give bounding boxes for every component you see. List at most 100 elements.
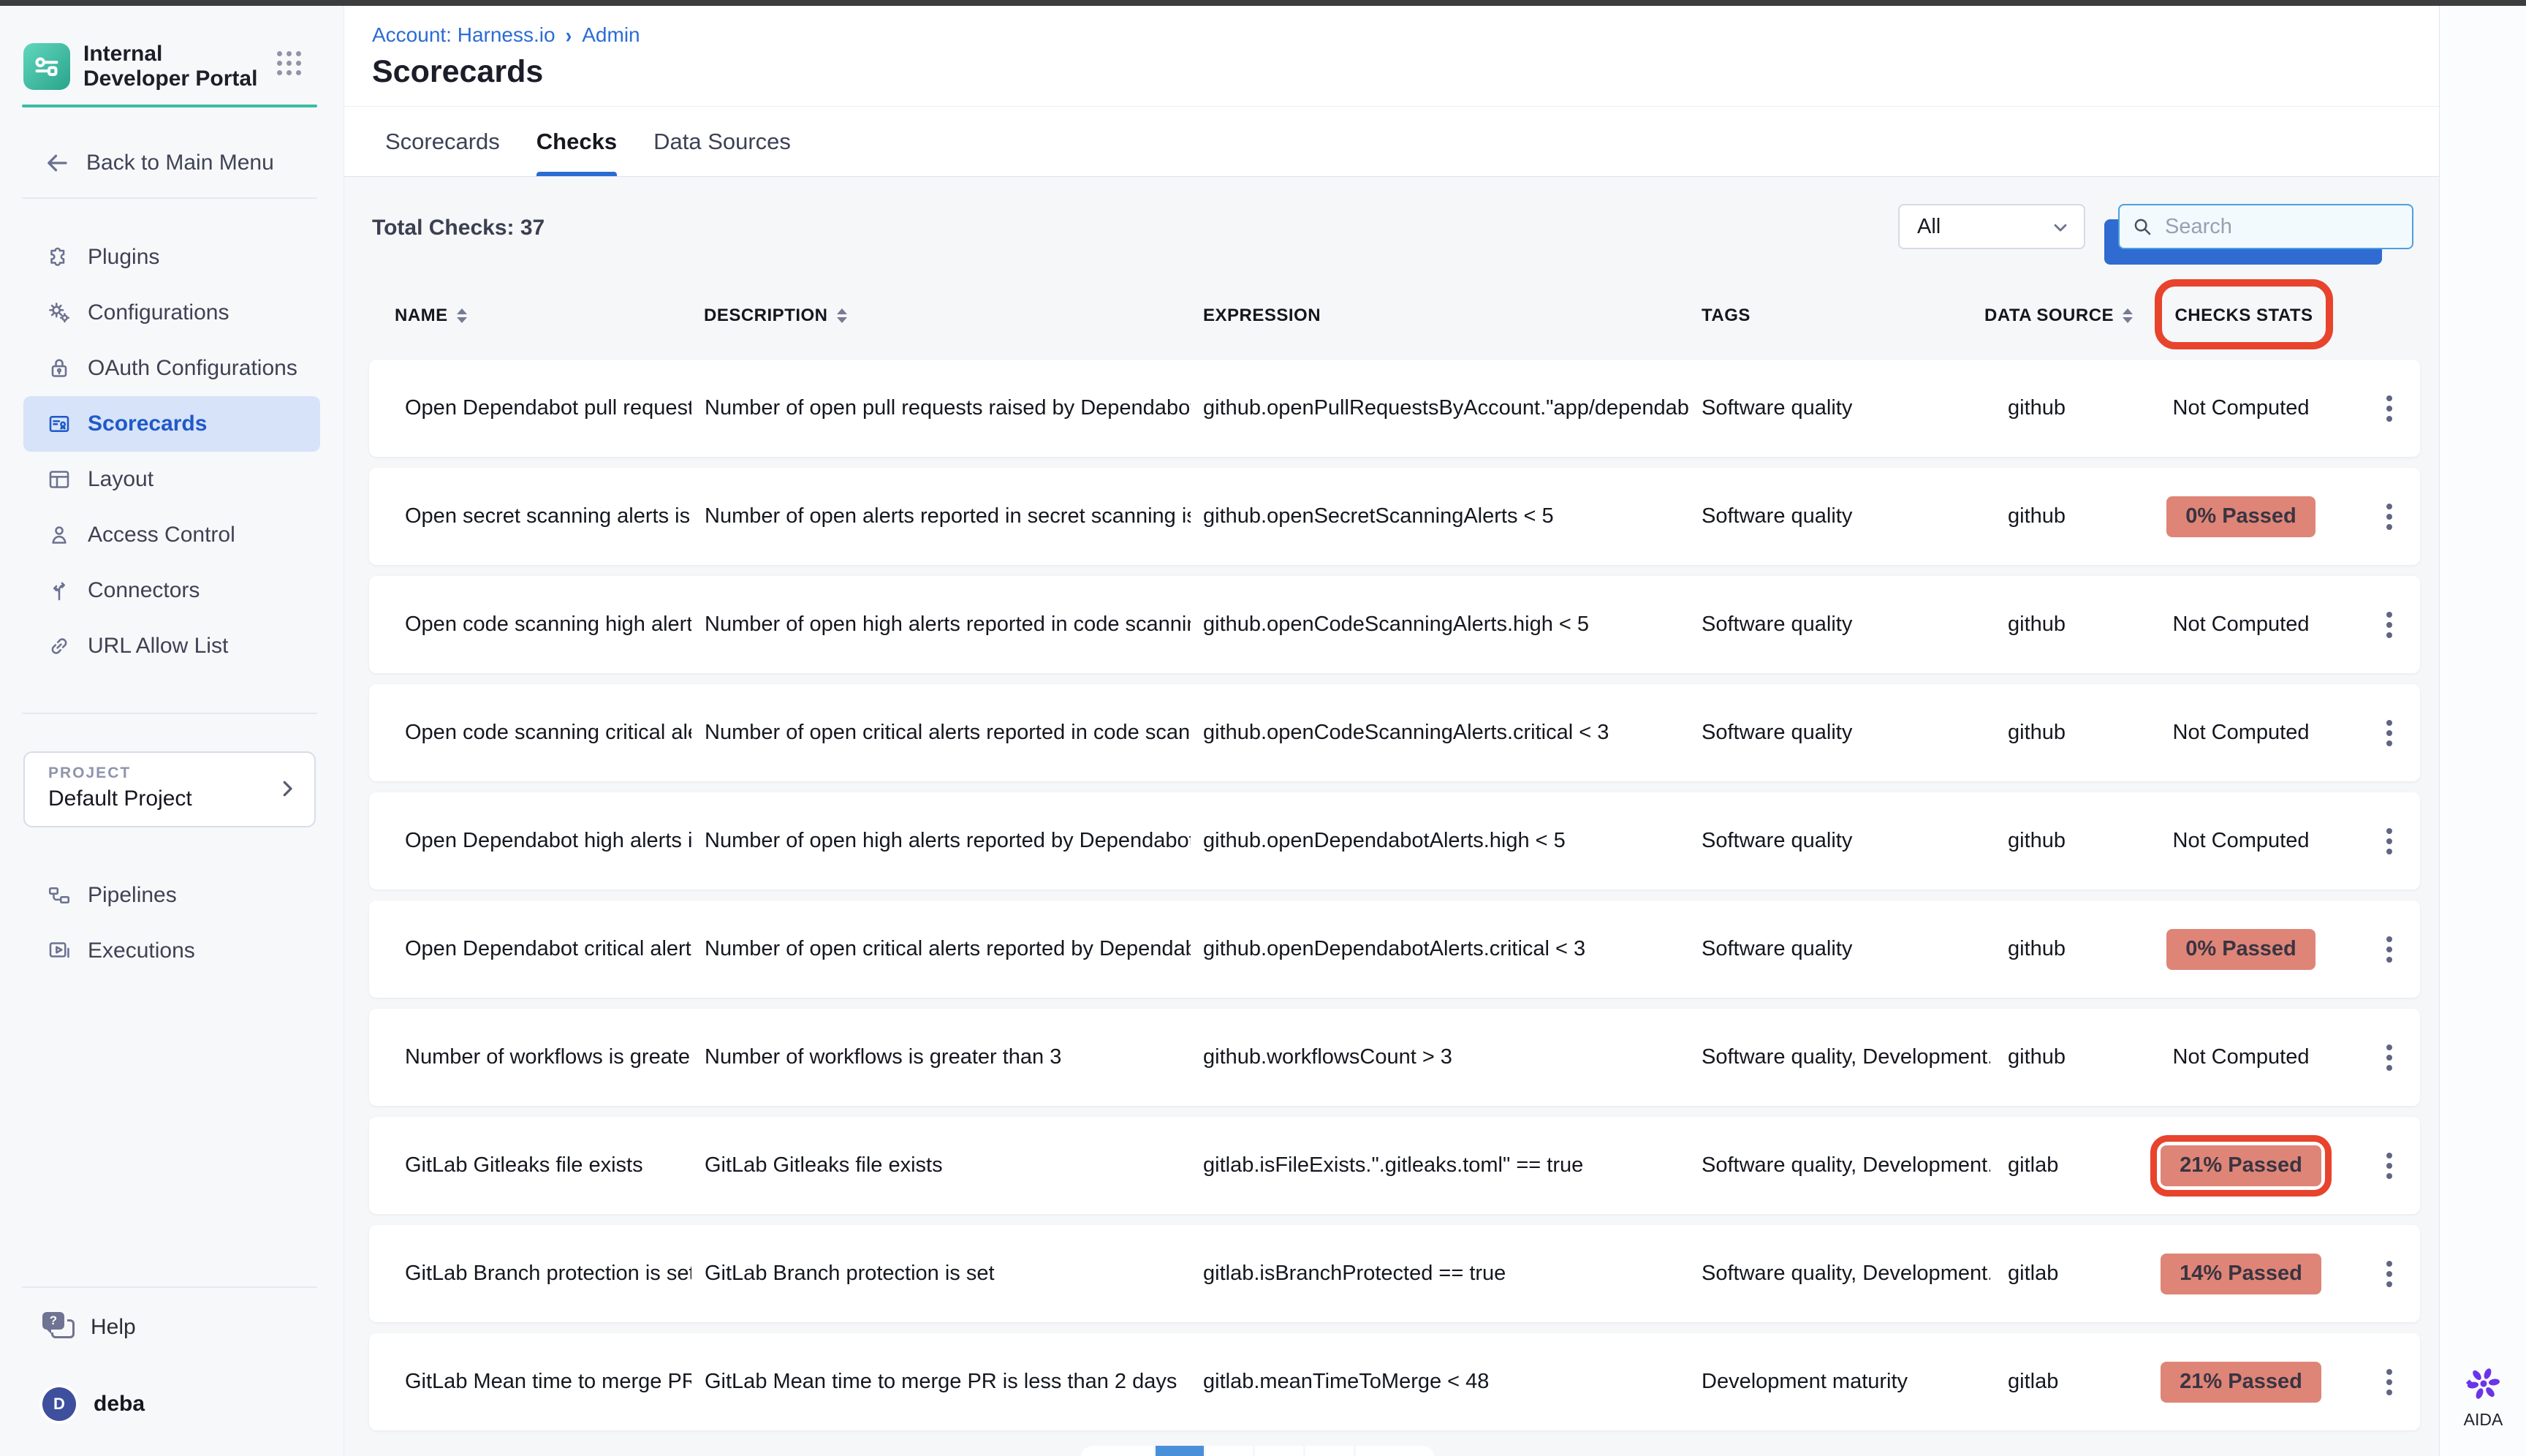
check-name: Open Dependabot critical alert... xyxy=(405,900,691,998)
column-header-data-source[interactable]: DATA SOURCE xyxy=(1984,278,2133,354)
app-root: Internal Developer Portal Back to Main M… xyxy=(0,0,2526,1456)
check-expression: github.openPullRequestsByAccount."app/de… xyxy=(1203,360,1689,457)
sidebar-nav: Plugins Configurations OAuth Configurati… xyxy=(0,230,344,674)
sort-icon[interactable] xyxy=(837,308,847,323)
user-menu[interactable]: D deba xyxy=(23,1379,316,1430)
chevron-right-icon: › xyxy=(566,22,572,48)
breadcrumb-admin-link[interactable]: Admin xyxy=(582,23,640,47)
sidebar-item-plugins[interactable]: Plugins xyxy=(0,230,344,285)
sidebar-item-executions[interactable]: Executions xyxy=(0,923,344,979)
check-stats: 21% Passed xyxy=(2131,1333,2351,1430)
project-selector[interactable]: PROJECT Default Project xyxy=(23,751,316,827)
help-chat-icon: ? xyxy=(42,1312,76,1343)
help-button[interactable]: ? Help xyxy=(23,1302,316,1353)
kebab-menu-icon[interactable] xyxy=(2375,1225,2404,1322)
table-row[interactable]: Open secret scanning alerts is ... Numbe… xyxy=(369,468,2420,565)
pipeline-icon xyxy=(45,881,73,909)
pagination xyxy=(1080,1446,1435,1456)
sidebar-item-access-control[interactable]: Access Control xyxy=(0,507,344,563)
table-row[interactable]: GitLab Branch protection is set GitLab B… xyxy=(369,1225,2420,1322)
chevron-down-icon xyxy=(2050,217,2071,238)
table-row[interactable]: GitLab Mean time to merge PR ... GitLab … xyxy=(369,1333,2420,1430)
tab-data-sources[interactable]: Data Sources xyxy=(653,107,791,176)
column-label: EXPRESSION xyxy=(1203,306,1321,326)
app-switcher-grid-icon[interactable] xyxy=(277,51,301,75)
table-row[interactable]: Open Dependabot critical alert... Number… xyxy=(369,900,2420,998)
pagination-page-current[interactable] xyxy=(1156,1446,1204,1456)
chevron-right-icon xyxy=(276,778,298,800)
divider xyxy=(22,713,317,714)
table-row[interactable]: Number of workflows is greate... Number … xyxy=(369,1009,2420,1106)
sort-icon[interactable] xyxy=(2123,308,2133,323)
aida-assistant-button[interactable]: AIDA xyxy=(2440,1365,2526,1430)
kebab-menu-icon[interactable] xyxy=(2375,1117,2404,1214)
puzzle-icon xyxy=(45,243,73,271)
check-stats: 21% Passed xyxy=(2131,1117,2351,1214)
check-description: GitLab Branch protection is set xyxy=(705,1225,1191,1322)
kebab-menu-icon[interactable] xyxy=(2375,576,2404,673)
table-row[interactable]: Open code scanning critical ale... Numbe… xyxy=(369,684,2420,781)
check-tags: Software quality, Development... xyxy=(1702,1225,1990,1322)
filter-dropdown[interactable]: All xyxy=(1898,204,2085,249)
tab-scorecards[interactable]: Scorecards xyxy=(385,107,500,176)
kebab-menu-icon[interactable] xyxy=(2375,900,2404,998)
check-description: Number of open critical alerts reported … xyxy=(705,684,1191,781)
project-nav: Pipelines Executions xyxy=(0,868,344,979)
kebab-menu-icon[interactable] xyxy=(2375,360,2404,457)
tab-checks[interactable]: Checks xyxy=(536,107,617,176)
sidebar-item-layout[interactable]: Layout xyxy=(0,452,344,507)
app-logo: Internal Developer Portal xyxy=(23,41,320,92)
check-description: GitLab Gitleaks file exists xyxy=(705,1117,1191,1214)
sidebar-item-configurations[interactable]: Configurations xyxy=(0,285,344,341)
pagination-page-button[interactable] xyxy=(1305,1446,1354,1456)
pagination-prev-button[interactable] xyxy=(1080,1446,1153,1456)
check-expression: github.openDependabotAlerts.high < 5 xyxy=(1203,792,1689,890)
breadcrumb: Account: Harness.io › Admin xyxy=(372,23,640,47)
check-name: Open code scanning critical ale... xyxy=(405,684,691,781)
sidebar-item-label: URL Allow List xyxy=(88,634,228,659)
help-label: Help xyxy=(91,1315,136,1340)
sort-icon[interactable] xyxy=(457,308,467,323)
table-row[interactable]: GitLab Gitleaks file exists GitLab Gitle… xyxy=(369,1117,2420,1214)
gears-icon xyxy=(45,299,73,327)
sidebar-item-scorecards[interactable]: Scorecards xyxy=(23,396,320,452)
check-description: Number of workflows is greater than 3 xyxy=(705,1009,1191,1106)
stats-text: Not Computed xyxy=(2173,613,2310,637)
breadcrumb-account-link[interactable]: Account: Harness.io xyxy=(372,23,555,47)
kebab-menu-icon[interactable] xyxy=(2375,1009,2404,1106)
check-name: GitLab Gitleaks file exists xyxy=(405,1117,691,1214)
branch-icon xyxy=(45,577,73,604)
sidebar-item-url-allow-list[interactable]: URL Allow List xyxy=(0,618,344,674)
check-description: Number of open high alerts reported by D… xyxy=(705,792,1191,890)
lock-icon xyxy=(45,354,73,382)
divider xyxy=(22,1286,317,1288)
kebab-menu-icon[interactable] xyxy=(2375,792,2404,890)
pagination-page-button[interactable] xyxy=(1206,1446,1253,1456)
kebab-menu-icon[interactable] xyxy=(2375,1333,2404,1430)
check-tags: Software quality xyxy=(1702,576,1990,673)
sidebar-item-label: Scorecards xyxy=(88,412,207,436)
search-input[interactable] xyxy=(2163,214,2442,240)
pagination-next-button[interactable] xyxy=(1356,1446,1435,1456)
sidebar-item-pipelines[interactable]: Pipelines xyxy=(0,868,344,923)
table-row[interactable]: Open Dependabot high alerts i... Number … xyxy=(369,792,2420,890)
back-to-main-menu-button[interactable]: Back to Main Menu xyxy=(23,140,316,186)
stats-text: Not Computed xyxy=(2173,1045,2310,1069)
table-row[interactable]: Open Dependabot pull request... Number o… xyxy=(369,360,2420,457)
play-icon xyxy=(45,937,73,965)
column-header-description[interactable]: DESCRIPTION xyxy=(704,278,847,354)
pagination-page-button[interactable] xyxy=(1255,1446,1303,1456)
column-header-name[interactable]: NAME xyxy=(395,278,467,354)
kebab-menu-icon[interactable] xyxy=(2375,468,2404,565)
sidebar-item-connectors[interactable]: Connectors xyxy=(0,563,344,618)
stats-badge: 21% Passed xyxy=(2161,1145,2321,1186)
annotation-stats-badge-highlight: 21% Passed xyxy=(2150,1135,2332,1197)
scorecard-icon xyxy=(45,410,73,438)
check-description: Number of open high alerts reported in c… xyxy=(705,576,1191,673)
table-row[interactable]: Open code scanning high alert... Number … xyxy=(369,576,2420,673)
sidebar-item-oauth-configurations[interactable]: OAuth Configurations xyxy=(0,341,344,396)
check-expression: github.openCodeScanningAlerts.high < 5 xyxy=(1203,576,1689,673)
check-stats: Not Computed xyxy=(2131,1009,2351,1106)
kebab-menu-icon[interactable] xyxy=(2375,684,2404,781)
layout-icon xyxy=(45,466,73,493)
